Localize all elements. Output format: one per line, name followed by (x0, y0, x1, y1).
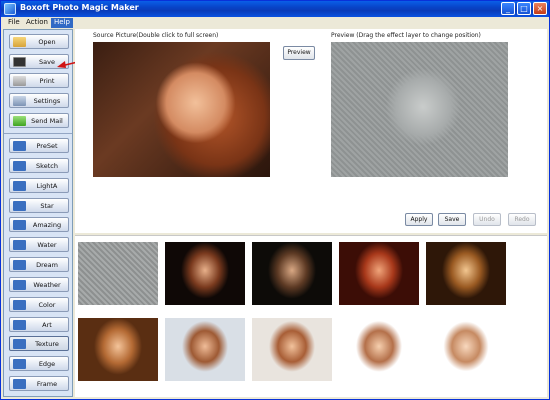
thumbnail-light-fade[interactable] (426, 318, 506, 381)
send-mail-icon (13, 116, 26, 126)
main-panel: Source Picture(Double click to full scre… (75, 29, 547, 233)
open-button[interactable]: Open (9, 34, 69, 49)
preview-caption: Preview (Drag the effect layer to change… (331, 32, 481, 39)
thumbnail-cool-dark[interactable] (252, 242, 332, 305)
redo-button[interactable]: Redo (508, 213, 536, 226)
effect-color-button[interactable]: Color (9, 297, 69, 312)
minimize-icon[interactable]: _ (501, 2, 515, 15)
menu-help[interactable]: Help (51, 18, 73, 28)
effect-preset-button[interactable]: PreSet (9, 138, 69, 153)
save-icon (13, 57, 26, 67)
send-mail-button[interactable]: Send Mail (9, 113, 69, 128)
settings-button[interactable]: Settings (9, 93, 69, 108)
edge-icon (13, 359, 26, 369)
light-icon (13, 181, 26, 191)
undo-button[interactable]: Undo (473, 213, 501, 226)
effect-thumbnails (75, 235, 547, 397)
apply-button[interactable]: Apply (405, 213, 433, 226)
source-picture[interactable] (93, 42, 270, 177)
title-bar: Boxoft Photo Magic Maker _ □ × (1, 1, 549, 17)
printer-icon (13, 76, 26, 86)
dream-icon (13, 260, 26, 270)
thumbnail-bright-vignette[interactable] (339, 318, 419, 381)
effect-lighta-button[interactable]: LightA (9, 178, 69, 193)
effect-sketch-button[interactable]: Sketch (9, 158, 69, 173)
effect-frame-button[interactable]: Frame (9, 376, 69, 391)
settings-icon (13, 96, 26, 106)
frame-icon (13, 379, 26, 389)
effect-star-button[interactable]: Star (9, 198, 69, 213)
preview-picture[interactable] (331, 42, 508, 177)
water-icon (13, 240, 26, 250)
maximize-icon[interactable]: □ (517, 2, 531, 15)
thumbnail-warm-soft[interactable] (252, 318, 332, 381)
sketch-icon (13, 161, 26, 171)
thumbnail-sepia[interactable] (426, 242, 506, 305)
save-effect-button[interactable]: Save (438, 213, 466, 226)
thumbnail-dark-contrast[interactable] (165, 242, 245, 305)
effect-texture-button[interactable]: Texture (9, 336, 69, 351)
source-caption: Source Picture(Double click to full scre… (93, 32, 219, 39)
thumbnail-warm-golden[interactable] (78, 318, 158, 381)
effect-water-button[interactable]: Water (9, 237, 69, 252)
effect-amazing-button[interactable]: Amazing (9, 217, 69, 232)
app-window: Boxoft Photo Magic Maker _ □ × File Acti… (0, 0, 550, 400)
thumbnail-soft-vignette[interactable] (165, 318, 245, 381)
sidebar: Open Save Print Settings Send Mail PreSe… (3, 29, 73, 397)
app-icon (4, 3, 16, 15)
window-title: Boxoft Photo Magic Maker (20, 3, 139, 12)
amazing-icon (13, 220, 26, 230)
art-icon (13, 320, 26, 330)
weather-icon (13, 280, 26, 290)
effect-dream-button[interactable]: Dream (9, 257, 69, 272)
effect-art-button[interactable]: Art (9, 317, 69, 332)
close-icon[interactable]: × (533, 2, 547, 15)
menu-file[interactable]: File (5, 18, 23, 28)
preview-button[interactable]: Preview (283, 46, 315, 60)
effect-weather-button[interactable]: Weather (9, 277, 69, 292)
print-button[interactable]: Print (9, 73, 69, 88)
thumbnail-warm-red[interactable] (339, 242, 419, 305)
star-icon (13, 201, 26, 211)
color-icon (13, 300, 26, 310)
menu-bar: File Action Help (1, 17, 549, 28)
effect-edge-button[interactable]: Edge (9, 356, 69, 371)
texture-icon (13, 339, 26, 349)
menu-action[interactable]: Action (23, 18, 51, 28)
preset-icon (13, 141, 26, 151)
sidebar-divider (4, 133, 72, 134)
thumbnail-emboss[interactable] (78, 242, 158, 305)
folder-icon (13, 37, 26, 47)
